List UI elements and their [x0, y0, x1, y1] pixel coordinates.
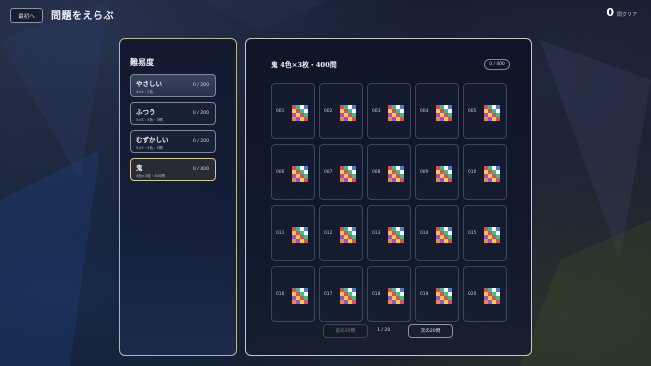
clear-counter: 0 問クリア [606, 6, 637, 19]
puzzle-number: 012 [324, 231, 333, 236]
clear-count-value: 0 [606, 6, 614, 19]
clear-count-label: 問クリア [616, 12, 637, 18]
puzzle-preview-icon [340, 288, 356, 304]
puzzle-cell[interactable]: 018 [367, 266, 411, 322]
puzzle-set-progress-badge: 0 / 400 [484, 59, 510, 70]
puzzle-grid: 001 002 003 004 005 006 007 008 009 010 011 012 013 0… [271, 83, 507, 322]
puzzle-cell[interactable]: 016 [271, 266, 315, 322]
puzzle-cell[interactable]: 006 [271, 144, 315, 200]
difficulty-progress: 0 / 200 [192, 83, 209, 88]
puzzle-number: 020 [468, 292, 477, 297]
puzzle-number: 019 [420, 292, 429, 297]
puzzle-preview-icon [292, 288, 308, 304]
puzzle-preview-icon [388, 227, 404, 243]
puzzle-preview-icon [484, 105, 500, 121]
puzzle-number: 015 [468, 231, 477, 236]
puzzle-number: 011 [276, 231, 285, 236]
difficulty-item-normal[interactable]: ふつう 5×5・3色・5問 0 / 200 [130, 102, 216, 125]
puzzle-number: 018 [372, 292, 381, 297]
puzzle-set-title: 鬼 4色×3枚・400問 [271, 61, 337, 69]
puzzle-preview-icon [436, 288, 452, 304]
puzzle-panel: 鬼 4色×3枚・400問 0 / 400 001 002 003 004 005 006 0… [245, 38, 532, 356]
difficulty-item-easy[interactable]: やさしい 4×4・2色 0 / 200 [130, 74, 216, 97]
puzzle-number: 003 [372, 109, 381, 114]
puzzle-number: 017 [324, 292, 333, 297]
puzzle-cell[interactable]: 009 [415, 144, 459, 200]
puzzle-cell[interactable]: 020 [463, 266, 507, 322]
puzzle-preview-icon [484, 166, 500, 182]
next-page-button[interactable]: 次の20問 [408, 324, 453, 338]
puzzle-number: 001 [276, 109, 285, 114]
puzzle-preview-icon [292, 166, 308, 182]
puzzle-number: 013 [372, 231, 381, 236]
puzzle-cell[interactable]: 005 [463, 83, 507, 139]
puzzle-preview-icon [436, 227, 452, 243]
puzzle-preview-icon [340, 227, 356, 243]
difficulty-progress: 0 / 200 [192, 139, 209, 144]
difficulty-subtitle: 4色×3枚・400問 [136, 174, 165, 178]
puzzle-number: 008 [372, 170, 381, 175]
difficulty-panel: 難易度 やさしい 4×4・2色 0 / 200 ふつう 5×5・3色・5問 0 … [119, 38, 237, 356]
puzzle-preview-icon [388, 166, 404, 182]
puzzle-preview-icon [340, 105, 356, 121]
difficulty-item-hard[interactable]: むずかしい 5×5・3色・5問 0 / 200 [130, 130, 216, 153]
difficulty-subtitle: 5×5・3色・5問 [136, 118, 163, 122]
puzzle-preview-icon [436, 105, 452, 121]
difficulty-progress: 0 / 400 [192, 167, 209, 172]
puzzle-number: 007 [324, 170, 333, 175]
puzzle-number: 004 [420, 109, 429, 114]
puzzle-preview-icon [340, 166, 356, 182]
puzzle-cell[interactable]: 003 [367, 83, 411, 139]
difficulty-subtitle: 5×5・3色・5問 [136, 146, 163, 150]
puzzle-cell[interactable]: 017 [319, 266, 363, 322]
puzzle-number: 002 [324, 109, 333, 114]
puzzle-cell[interactable]: 019 [415, 266, 459, 322]
puzzle-cell[interactable]: 010 [463, 144, 507, 200]
puzzle-preview-icon [436, 166, 452, 182]
difficulty-subtitle: 4×4・2色 [136, 90, 154, 94]
puzzle-cell[interactable]: 001 [271, 83, 315, 139]
puzzle-cell[interactable]: 011 [271, 205, 315, 261]
puzzle-number: 010 [468, 170, 477, 175]
puzzle-number: 009 [420, 170, 429, 175]
puzzle-cell[interactable]: 012 [319, 205, 363, 261]
puzzle-number: 016 [276, 292, 285, 297]
puzzle-cell[interactable]: 004 [415, 83, 459, 139]
puzzle-cell[interactable]: 007 [319, 144, 363, 200]
puzzle-preview-icon [388, 288, 404, 304]
prev-page-button[interactable]: 前の20問 [323, 324, 368, 338]
difficulty-title: 難易度 [130, 57, 154, 67]
difficulty-progress: 0 / 200 [192, 111, 209, 116]
puzzle-cell[interactable]: 015 [463, 205, 507, 261]
page-title: 問題をえらぶ [51, 11, 114, 22]
puzzle-number: 005 [468, 109, 477, 114]
puzzle-cell[interactable]: 008 [367, 144, 411, 200]
puzzle-preview-icon [292, 227, 308, 243]
puzzle-preview-icon [292, 105, 308, 121]
puzzle-cell[interactable]: 002 [319, 83, 363, 139]
difficulty-item-oni[interactable]: 鬼 4色×3枚・400問 0 / 400 [130, 158, 216, 181]
puzzle-preview-icon [484, 288, 500, 304]
page-indicator: 1 / 20 [377, 328, 391, 333]
puzzle-cell[interactable]: 014 [415, 205, 459, 261]
back-button[interactable]: 最初へ [10, 8, 43, 23]
puzzle-preview-icon [484, 227, 500, 243]
puzzle-preview-icon [388, 105, 404, 121]
puzzle-cell[interactable]: 013 [367, 205, 411, 261]
puzzle-number: 006 [276, 170, 285, 175]
puzzle-number: 014 [420, 231, 429, 236]
